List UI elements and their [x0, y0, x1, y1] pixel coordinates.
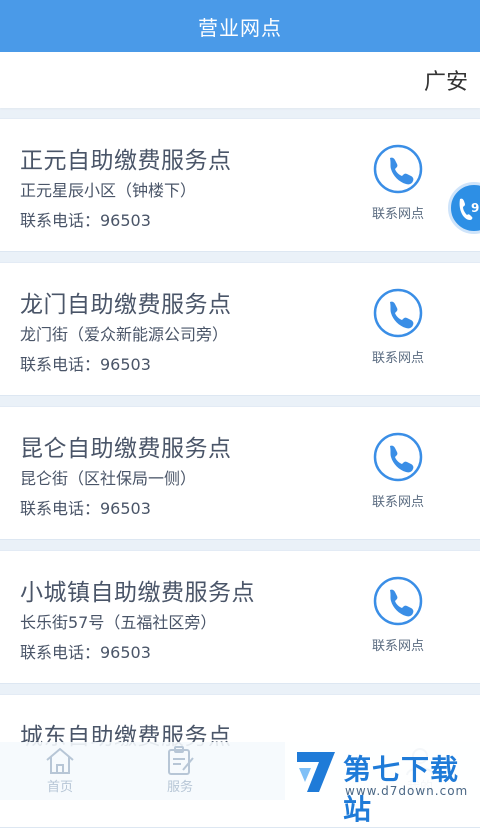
- phone-icon: [373, 432, 423, 482]
- outlet-card[interactable]: 小城镇自助缴费服务点 长乐街57号（五福社区旁） 联系电话：96503 联系网点: [0, 550, 480, 684]
- city-bar: 广安: [0, 52, 480, 108]
- outlet-name: 龙门自助缴费服务点: [20, 292, 232, 318]
- watermark-url: www.d7down.com: [345, 784, 469, 798]
- outlet-name: 昆仑自助缴费服务点: [20, 436, 232, 462]
- contact-label: 联系网点: [371, 351, 424, 366]
- contact-label: 联系网点: [371, 207, 424, 222]
- tab-service[interactable]: 服务: [140, 746, 220, 798]
- outlet-address: 昆仑街（区社保局一侧）: [20, 469, 197, 488]
- outlet-name: 正元自助缴费服务点: [20, 148, 232, 174]
- phone-icon: [373, 576, 423, 626]
- outlet-address: 龙门街（爱众新能源公司旁）: [20, 325, 229, 344]
- outlet-name: 小城镇自助缴费服务点: [20, 580, 255, 606]
- outlet-card[interactable]: 昆仑自助缴费服务点 昆仑街（区社保局一侧） 联系电话：96503 联系网点: [0, 406, 480, 540]
- contact-outlet-button[interactable]: 联系网点: [360, 287, 436, 373]
- outlet-address: 长乐街57号（五福社区旁）: [20, 613, 217, 632]
- contact-outlet-button[interactable]: 联系网点: [360, 143, 436, 229]
- outlet-address: 正元星辰小区（钟楼下）: [20, 181, 197, 200]
- phone-icon: [373, 288, 423, 338]
- outlet-phone: 联系电话：96503: [20, 211, 151, 230]
- watermark-logo-icon: [297, 752, 335, 792]
- outlet-phone: 联系电话：96503: [20, 643, 151, 662]
- outlet-phone: 联系电话：96503: [20, 499, 151, 518]
- outlet-card[interactable]: 正元自助缴费服务点 正元星辰小区（钟楼下） 联系电话：96503 联系网点: [0, 118, 480, 252]
- outlet-card[interactable]: 龙门自助缴费服务点 龙门街（爱众新能源公司旁） 联系电话：96503 联系网点: [0, 262, 480, 396]
- contact-outlet-button[interactable]: 联系网点: [360, 431, 436, 517]
- site-watermark: 第七下载站 www.d7down.com: [285, 742, 480, 826]
- contact-outlet-button[interactable]: 联系网点: [360, 575, 436, 661]
- home-icon: [46, 747, 74, 774]
- contact-label: 联系网点: [371, 495, 424, 510]
- outlet-phone: 联系电话：96503: [20, 355, 151, 374]
- floating-call-text: 96: [471, 201, 480, 215]
- city-selector[interactable]: 广安: [424, 64, 468, 96]
- tab-home[interactable]: 首页: [20, 746, 100, 798]
- tab-label: 首页: [46, 780, 73, 795]
- service-icon: [168, 746, 194, 775]
- contact-label: 联系网点: [371, 639, 424, 654]
- page-title: 营业网点: [198, 15, 282, 40]
- phone-icon: [373, 144, 423, 194]
- app-header: 营业网点: [0, 0, 480, 52]
- tab-label: 服务: [166, 780, 193, 795]
